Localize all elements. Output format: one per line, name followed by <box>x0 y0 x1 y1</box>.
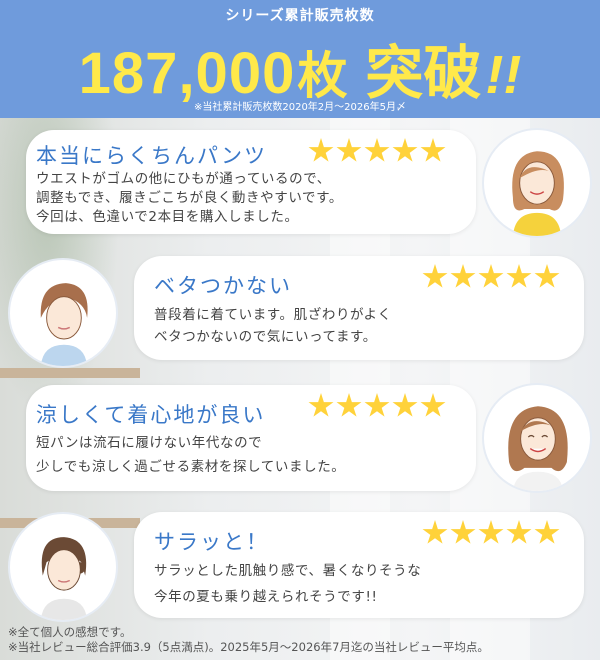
star-icon <box>336 138 362 162</box>
review-line: サラッとした肌触り感で、暑くなりそうな <box>154 563 422 579</box>
star-icon <box>422 264 448 288</box>
star-icon <box>364 138 390 162</box>
sales-note: ※当社累計販売枚数2020年2月〜2026年5月〆 <box>193 102 406 113</box>
review-line: 短パンは流石に履けない年代なので <box>36 435 263 451</box>
sales-breakthrough: 突破 <box>365 41 482 106</box>
review-line: 今年の夏も乗り越えられそうです!! <box>154 589 378 605</box>
review-line: ベタつかないので気にいってます。 <box>154 329 377 345</box>
review-title: 本当にらくちんパンツ <box>36 144 268 168</box>
star-icon <box>392 393 418 417</box>
shelf-decoration <box>0 368 140 378</box>
disclaimer-line: ※全て個人の感想です。 <box>8 625 132 639</box>
review-card-3: 涼しくて着心地が良い 短パンは流石に履けない年代なので 少しでも涼しく過ごせる素… <box>26 385 476 491</box>
review-title: サラッと！ <box>154 530 269 554</box>
disclaimer-line: ※当社レビュー総合評価3.9（5点満点)。2025年5月〜2026年7月迄の当社… <box>8 640 489 654</box>
star-icon <box>392 138 418 162</box>
star-icon <box>534 264 560 288</box>
disclaimer: ※全て個人の感想です。 ※当社レビュー総合評価3.9（5点満点)。2025年5月… <box>8 625 489 655</box>
review-title: ベタつかない <box>154 274 292 298</box>
reviewer-avatar <box>8 258 118 368</box>
rating-stars <box>308 393 448 423</box>
star-icon <box>506 264 532 288</box>
review-card-2: ベタつかない 普段着に着ています。肌ざわりがよく ベタつかないので気にいってます… <box>134 256 584 360</box>
reviewer-avatar <box>8 512 118 622</box>
rating-stars <box>422 520 562 550</box>
star-icon <box>364 393 390 417</box>
review-title: 涼しくて着心地が良い <box>36 403 266 427</box>
review-line: 調整もでき、履きごこちが良く動きやすいです。 <box>36 190 343 206</box>
review-body: サラッとした肌触り感で、暑くなりそうな 今年の夏も乗り越えられそうです!! <box>154 558 421 610</box>
review-card-1: 本当にらくちんパンツ ウエストがゴムの他にひもが通っているので、 調整もでき、履… <box>26 130 476 234</box>
star-icon <box>478 264 504 288</box>
review-line: 今回は、色違いで2本目を購入しました。 <box>36 209 299 225</box>
star-icon <box>308 393 334 417</box>
rating-stars <box>422 264 562 294</box>
reviewer-avatar <box>482 128 592 238</box>
sales-exclaim: !! <box>485 45 522 105</box>
sales-count: 187,000 <box>78 41 296 106</box>
review-line: ウエストがゴムの他にひもが通っているので、 <box>36 171 331 187</box>
review-body: 普段着に着ています。肌ざわりがよく ベタつかないので気にいってます。 <box>154 304 392 348</box>
star-icon <box>478 520 504 544</box>
review-line: 普段着に着ています。肌ざわりがよく <box>154 307 392 323</box>
star-icon <box>420 393 446 417</box>
star-icon <box>450 520 476 544</box>
star-icon <box>336 393 362 417</box>
review-body: ウエストがゴムの他にひもが通っているので、 調整もでき、履きごこちが良く動きやす… <box>36 170 343 227</box>
woman-avatar-icon <box>40 283 88 366</box>
star-icon <box>308 138 334 162</box>
review-body: 短パンは流石に履けない年代なので 少しでも涼しく過ごせる素材を探していました。 <box>36 431 345 479</box>
star-icon <box>450 264 476 288</box>
series-label: シリーズ累計販売枚数 <box>225 8 375 24</box>
woman-avatar-icon <box>512 151 564 236</box>
header-banner: シリーズ累計販売枚数 187,000枚 突破!! ※当社累計販売枚数2020年2月… <box>0 0 600 118</box>
sales-unit: 枚 <box>297 48 348 104</box>
reviewer-avatar <box>482 383 592 493</box>
review-card-4: サラッと！ サラッとした肌触り感で、暑くなりそうな 今年の夏も乗り越えられそうで… <box>134 512 584 618</box>
star-icon <box>506 520 532 544</box>
woman-avatar-icon <box>40 537 88 620</box>
star-icon <box>534 520 560 544</box>
star-icon <box>422 520 448 544</box>
review-line: 少しでも涼しく過ごせる素材を探していました。 <box>36 459 346 475</box>
star-icon <box>420 138 446 162</box>
rating-stars <box>308 138 448 168</box>
woman-avatar-icon <box>508 406 568 491</box>
